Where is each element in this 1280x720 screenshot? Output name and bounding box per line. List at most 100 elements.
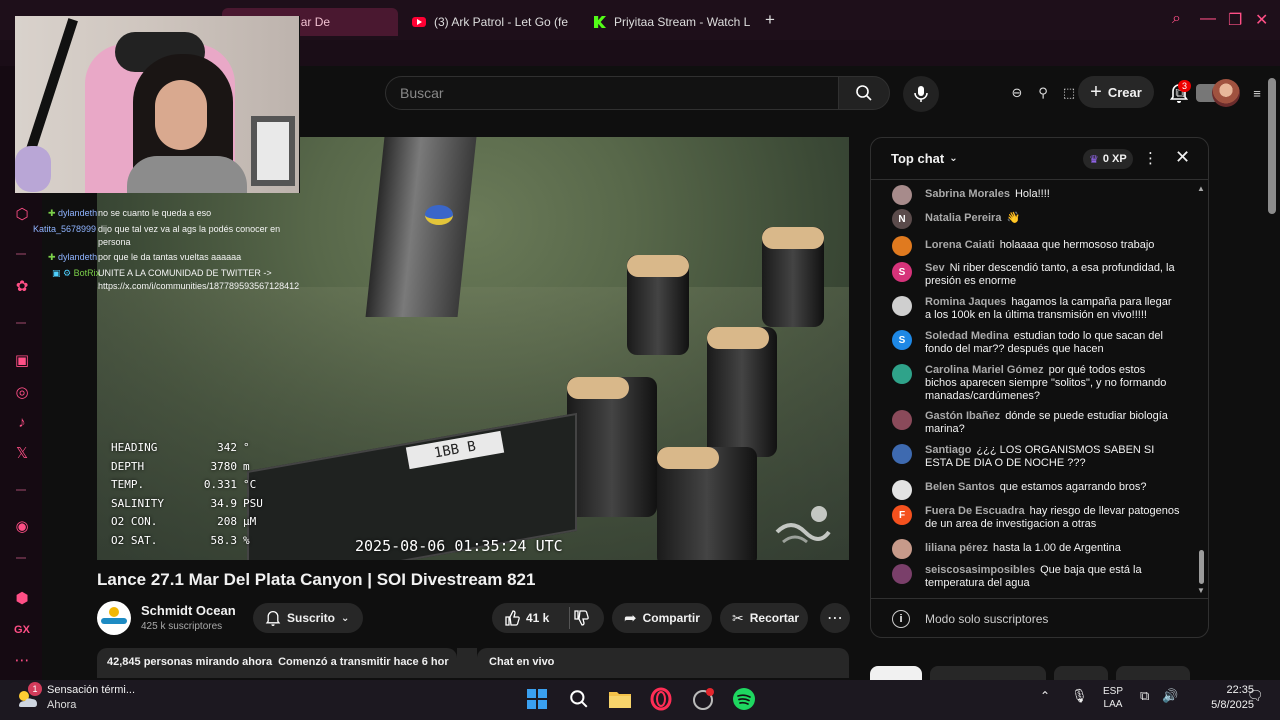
filter-chip[interactable] bbox=[1054, 666, 1108, 680]
filter-chip[interactable] bbox=[1116, 666, 1190, 680]
chat-avatar bbox=[892, 539, 912, 559]
tiktok-icon[interactable]: ♪ bbox=[12, 412, 32, 432]
chat-avatar bbox=[892, 296, 912, 316]
clock[interactable]: 22:35 5/8/2025 bbox=[1200, 683, 1254, 713]
video-player[interactable]: 1BB B HEADING 342 ° DEPTH 3780 m TEMP. 0.331 °… bbox=[97, 137, 849, 560]
chat-scroll-up-icon[interactable]: ▲ bbox=[1197, 184, 1205, 193]
share-button[interactable]: ➦ Compartir bbox=[612, 603, 712, 633]
gx-control-icon[interactable]: ⬡ bbox=[12, 204, 32, 224]
sidebar-divider bbox=[16, 322, 26, 324]
opera-gx-button[interactable] bbox=[647, 685, 675, 713]
show-hidden-icons[interactable]: ⌃ bbox=[1040, 690, 1050, 703]
taskbar-search-button[interactable] bbox=[565, 685, 593, 713]
spotify-button[interactable] bbox=[730, 685, 758, 713]
tab-ark-patrol[interactable]: (3) Ark Patrol - Let Go (fe bbox=[402, 8, 580, 36]
overlay-chat-line: ✚ dylandeth por que le da tantas vueltas… bbox=[48, 252, 242, 262]
zoom-out-icon[interactable]: ⊖ bbox=[1008, 84, 1026, 102]
menu-icon[interactable]: ≡ bbox=[1248, 84, 1266, 102]
search-placeholder: Buscar bbox=[400, 85, 444, 101]
dislike-button[interactable] bbox=[573, 610, 589, 631]
new-tab-button[interactable]: + bbox=[765, 10, 775, 30]
chat-scroll-down-icon[interactable]: ▼ bbox=[1197, 586, 1205, 595]
webcam-overlay bbox=[15, 16, 300, 193]
share-label: Compartir bbox=[642, 611, 700, 625]
snapshot-icon[interactable]: ⬚ bbox=[1060, 84, 1078, 102]
like-button[interactable]: 41 k bbox=[504, 610, 549, 626]
chat-mode-label: Top chat bbox=[891, 151, 945, 166]
clip-label: Recortar bbox=[749, 611, 800, 625]
close-chat-icon[interactable]: ✕ bbox=[1175, 147, 1190, 168]
start-button[interactable] bbox=[523, 685, 551, 713]
microphone-tray-icon[interactable]: 🎙 bbox=[1071, 689, 1088, 702]
chat-scrollbar[interactable] bbox=[1199, 550, 1204, 584]
channel-avatar[interactable] bbox=[97, 601, 131, 635]
microphone-icon bbox=[914, 86, 928, 102]
windows-logo-icon bbox=[527, 689, 547, 709]
news-widget-title[interactable]: Sensación térmi... bbox=[47, 684, 135, 696]
microphone-arm bbox=[22, 18, 78, 164]
clip-button[interactable]: ✂ Recortar bbox=[720, 603, 808, 633]
more-sidebar-icon[interactable]: ⋯ bbox=[12, 650, 32, 670]
instagram-icon[interactable]: ◎ bbox=[12, 382, 32, 402]
chat-options-icon[interactable]: ⋮ bbox=[1143, 149, 1158, 167]
language-indicator[interactable]: ESP LAA bbox=[1100, 685, 1126, 711]
info-icon[interactable]: i bbox=[892, 610, 910, 628]
thumbs-up-icon bbox=[505, 610, 520, 626]
chat-avatar bbox=[892, 185, 912, 205]
live-chat-panel: Top chat ⌄ ♛ 0 XP ⋮ ✕ Sabrina Morales Hol… bbox=[870, 137, 1209, 638]
voice-search-button[interactable] bbox=[903, 76, 939, 112]
scissors-icon: ✂ bbox=[732, 609, 744, 626]
twitch-icon[interactable]: ▣ bbox=[12, 350, 32, 370]
search-input[interactable]: Buscar bbox=[385, 76, 839, 110]
tab-kick-stream[interactable]: Priyitaa Stream - Watch L bbox=[584, 8, 756, 36]
description-box-edge bbox=[457, 648, 477, 678]
plus-icon: + bbox=[1090, 80, 1102, 103]
create-label: Crear bbox=[1107, 84, 1142, 100]
chat-message-list: Sabrina Morales Hola!!!! N Natalia Pereira… bbox=[871, 180, 1208, 598]
chat-avatar bbox=[892, 480, 912, 500]
pin-icon[interactable]: ⚲ bbox=[1034, 84, 1052, 102]
push-core-sampler bbox=[657, 447, 757, 560]
chat-avatar: S bbox=[892, 330, 912, 350]
player-icon[interactable]: ◉ bbox=[12, 516, 32, 536]
chatgpt-icon[interactable]: ✿ bbox=[12, 276, 32, 296]
account-avatar[interactable] bbox=[1212, 79, 1240, 107]
x-icon[interactable]: 𝕏 bbox=[12, 443, 32, 463]
search-button[interactable] bbox=[838, 76, 890, 110]
maximize-icon[interactable]: ❐ bbox=[1228, 10, 1242, 30]
network-icon[interactable]: ⧉ bbox=[1140, 689, 1149, 702]
xp-badge[interactable]: ♛ 0 XP bbox=[1083, 149, 1133, 169]
description-box[interactable]: 42,845 personas mirando ahora Comenzó a t… bbox=[97, 648, 457, 678]
filter-chip[interactable] bbox=[930, 666, 1046, 680]
filter-chip[interactable] bbox=[870, 666, 922, 680]
settings-hex-icon[interactable]: ⬢ bbox=[12, 588, 32, 608]
gx-icon[interactable]: GX bbox=[12, 620, 32, 640]
sidebar-divider bbox=[16, 557, 26, 559]
app-button[interactable] bbox=[689, 685, 717, 713]
chevron-down-icon: ⌄ bbox=[949, 153, 958, 164]
more-actions-button[interactable]: ⋯ bbox=[820, 603, 850, 633]
chat-mode-dropdown[interactable]: Top chat ⌄ bbox=[891, 151, 958, 166]
file-explorer-button[interactable] bbox=[606, 685, 634, 713]
minimize-icon[interactable]: — bbox=[1200, 10, 1216, 28]
clock-time: 22:35 bbox=[1226, 684, 1254, 696]
live-chat-header: Top chat ⌄ ♛ 0 XP ⋮ ✕ bbox=[871, 138, 1208, 180]
chat-avatar bbox=[892, 410, 912, 430]
subscribed-button[interactable]: Suscrito ⌄ bbox=[253, 603, 363, 633]
subscriber-count: 425 k suscriptores bbox=[141, 621, 223, 632]
notification-center-icon[interactable]: 🗨 bbox=[1247, 689, 1264, 702]
clock-date: 5/8/2025 bbox=[1211, 699, 1254, 711]
hud-o2-sat: O2 SAT. 58.3% bbox=[111, 533, 250, 547]
folder-icon bbox=[609, 692, 631, 708]
create-button[interactable]: + Crear bbox=[1078, 76, 1154, 108]
kick-icon bbox=[594, 16, 606, 28]
keyboard-layout: LAA bbox=[1103, 699, 1123, 710]
bell-icon bbox=[265, 611, 281, 626]
channel-name[interactable]: Schmidt Ocean bbox=[141, 603, 236, 618]
page-scrollbar[interactable] bbox=[1268, 78, 1276, 214]
search-tabs-icon[interactable]: ⌕ bbox=[1172, 10, 1181, 28]
windows-taskbar bbox=[0, 680, 1280, 720]
close-window-icon[interactable]: ✕ bbox=[1255, 10, 1268, 30]
push-core-sampler bbox=[567, 377, 657, 517]
volume-icon[interactable]: 🔊 bbox=[1162, 689, 1178, 702]
